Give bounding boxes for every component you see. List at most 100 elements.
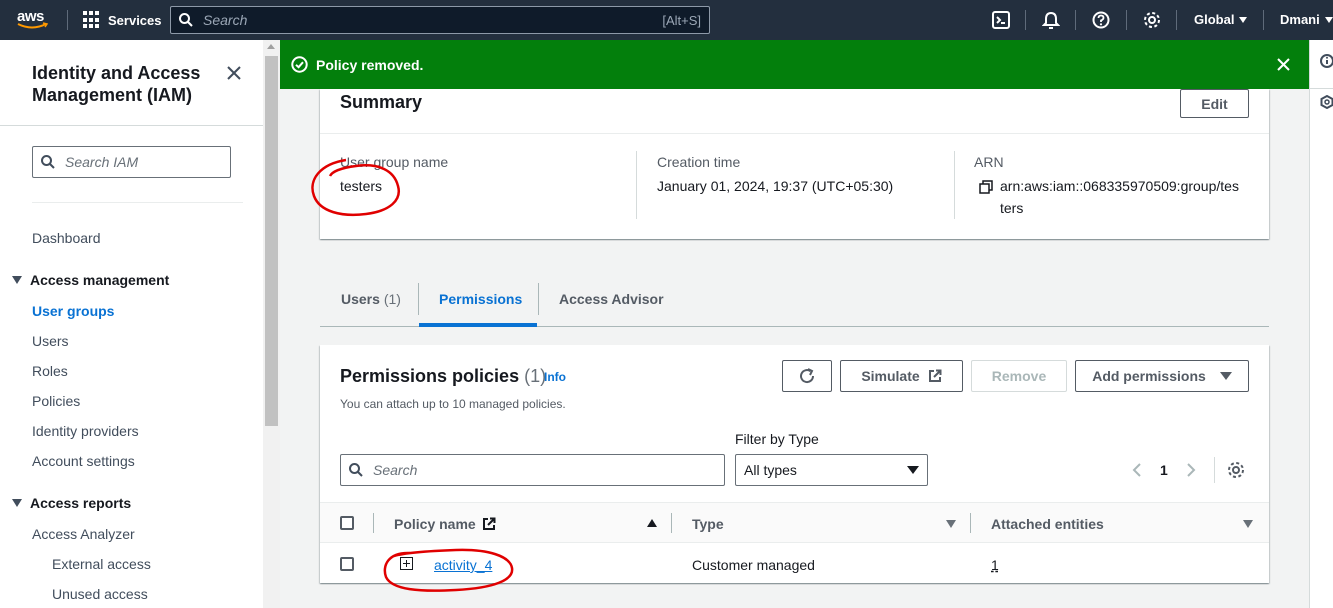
- row-checkbox[interactable]: [340, 557, 354, 571]
- permissions-title-text: Permissions policies: [340, 366, 520, 386]
- region-selector[interactable]: Global: [1194, 12, 1248, 27]
- sort-icon[interactable]: [1243, 520, 1253, 528]
- column-divider: [373, 513, 374, 533]
- services-menu-button[interactable]: Services: [83, 10, 162, 30]
- arn-value-line-1: arn:aws:iam::068335970509:group/tes: [1000, 178, 1239, 194]
- column-header-attached-entities[interactable]: Attached entities: [991, 516, 1104, 532]
- tab-count: (1): [383, 291, 401, 307]
- scroll-up-arrow-icon[interactable]: [267, 44, 275, 49]
- success-flash-banner: Policy removed.: [280, 40, 1309, 89]
- sidebar-item-dashboard[interactable]: Dashboard: [32, 230, 101, 246]
- external-link-icon: [928, 369, 942, 382]
- sidebar-section-access-reports[interactable]: Access reports: [12, 495, 131, 511]
- caret-down-icon: [12, 276, 22, 284]
- refresh-button[interactable]: [782, 360, 832, 392]
- info-link[interactable]: Info: [544, 370, 566, 384]
- group-name-value: testers: [340, 178, 383, 194]
- tab-users[interactable]: Users (1): [341, 291, 401, 307]
- add-permissions-button[interactable]: Add permissions: [1075, 360, 1249, 392]
- tab-access-advisor[interactable]: Access Advisor: [559, 291, 664, 307]
- summary-panel: Summary Edit User group name testers Cre…: [320, 89, 1269, 239]
- sidebar-item-account-settings[interactable]: Account settings: [32, 453, 135, 469]
- remove-button[interactable]: Remove: [971, 360, 1067, 392]
- account-name: Dmani: [1280, 12, 1320, 27]
- info-icon[interactable]: [1320, 54, 1333, 68]
- page-number[interactable]: 1: [1160, 462, 1168, 478]
- check-circle-icon: [291, 56, 308, 73]
- sidebar-item-external-access[interactable]: External access: [52, 556, 151, 572]
- flash-message: Policy removed.: [316, 57, 424, 73]
- chevron-right-icon[interactable]: [1186, 462, 1196, 478]
- arn-value-line-2: ters: [1000, 200, 1024, 216]
- search-icon: [349, 463, 363, 477]
- column-divider: [636, 151, 637, 219]
- close-icon[interactable]: [1276, 57, 1291, 72]
- arn-label: ARN: [974, 154, 1004, 170]
- expand-row-icon[interactable]: [400, 557, 413, 570]
- nav-divider: [1075, 10, 1076, 30]
- aws-logo[interactable]: aws: [17, 8, 51, 32]
- global-search-placeholder: Search: [203, 12, 248, 28]
- policy-search-input[interactable]: Search: [340, 454, 725, 486]
- tab-divider: [538, 283, 539, 315]
- column-header-type[interactable]: Type: [692, 516, 724, 532]
- creation-time-value: January 01, 2024, 19:37 (UTC+05:30): [657, 178, 894, 194]
- sidebar-scrollbar[interactable]: [263, 40, 280, 608]
- scrollbar-thumb[interactable]: [265, 56, 278, 426]
- help-icon[interactable]: [1092, 11, 1110, 29]
- add-permissions-label: Add permissions: [1092, 368, 1206, 384]
- column-header-policy-name[interactable]: Policy name: [394, 516, 496, 532]
- bell-icon[interactable]: [1042, 11, 1060, 29]
- sort-ascending-icon[interactable]: [647, 519, 657, 527]
- tab-permissions[interactable]: Permissions: [439, 291, 522, 307]
- table-settings-gear-icon[interactable]: [1227, 461, 1245, 479]
- section-label: Access reports: [30, 495, 132, 511]
- active-tab-indicator: [419, 323, 537, 327]
- nav-divider: [1176, 10, 1177, 30]
- sidebar-item-roles[interactable]: Roles: [32, 363, 68, 379]
- pagination: 1: [1132, 459, 1196, 481]
- close-icon[interactable]: [225, 64, 243, 82]
- sidebar-item-user-groups[interactable]: User groups: [32, 303, 114, 319]
- services-label: Services: [108, 12, 162, 28]
- filter-type-select[interactable]: All types: [735, 454, 928, 486]
- sidebar-item-unused-access[interactable]: Unused access: [52, 586, 148, 602]
- hexagon-settings-icon[interactable]: [1320, 95, 1333, 109]
- nav-divider: [67, 10, 68, 30]
- sidebar-search-input[interactable]: Search IAM: [32, 146, 231, 178]
- column-divider: [970, 513, 971, 533]
- nav-divider: [1025, 10, 1026, 30]
- sidebar-item-policies[interactable]: Policies: [32, 393, 80, 409]
- top-navigation-bar: aws Services Search [Alt+S] Global Dmani: [0, 0, 1333, 40]
- table-header: Policy name Type Attached entities: [320, 502, 1269, 543]
- global-search-input[interactable]: Search [Alt+S]: [170, 6, 710, 34]
- select-all-checkbox[interactable]: [340, 516, 354, 530]
- sidebar-title: Identity and Access Management (IAM): [32, 63, 201, 105]
- simulate-label: Simulate: [861, 368, 920, 384]
- sidebar-item-identity-providers[interactable]: Identity providers: [32, 423, 139, 439]
- sidebar-item-users[interactable]: Users: [32, 333, 69, 349]
- divider: [320, 133, 1269, 134]
- section-label: Access management: [30, 272, 170, 288]
- account-menu[interactable]: Dmani: [1280, 12, 1333, 27]
- edit-button[interactable]: Edit: [1180, 89, 1249, 118]
- search-icon: [41, 155, 55, 169]
- refresh-icon: [800, 368, 815, 384]
- cloudshell-icon[interactable]: [992, 11, 1010, 29]
- sidebar-item-access-analyzer[interactable]: Access Analyzer: [32, 526, 135, 542]
- chevron-left-icon[interactable]: [1132, 462, 1142, 478]
- sidebar: Identity and Access Management (IAM) Sea…: [0, 40, 263, 608]
- attached-entities-cell[interactable]: 1: [991, 557, 999, 573]
- simulate-button[interactable]: Simulate: [840, 360, 963, 392]
- sidebar-section-access-management[interactable]: Access management: [12, 272, 169, 288]
- policy-search-placeholder: Search: [373, 462, 418, 478]
- policy-name-link[interactable]: activity_4: [434, 557, 492, 573]
- gear-icon[interactable]: [1143, 11, 1161, 29]
- sort-icon[interactable]: [946, 520, 956, 528]
- tools-panel: [1309, 40, 1333, 608]
- copy-icon[interactable]: [979, 180, 993, 194]
- chevron-down-icon: [1239, 16, 1248, 23]
- filter-by-type-label: Filter by Type: [735, 431, 819, 447]
- tab-divider: [418, 283, 419, 315]
- external-link-icon: [482, 517, 496, 530]
